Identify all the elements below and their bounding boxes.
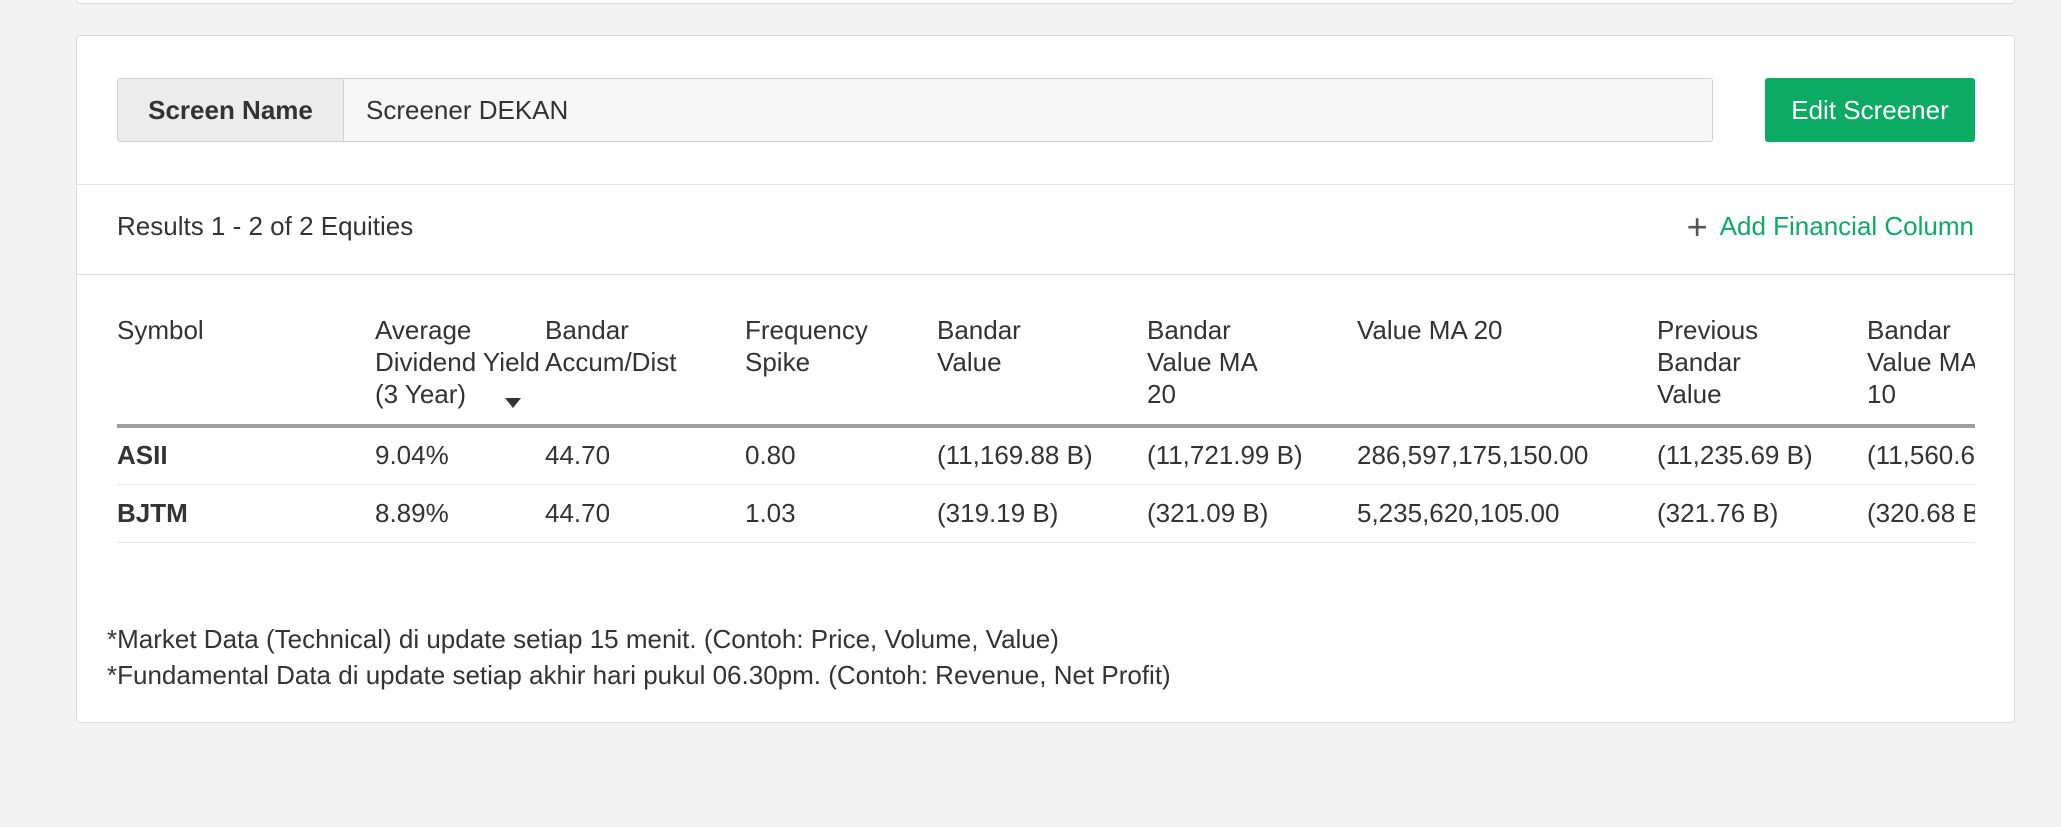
previous-card-edge	[76, 0, 2015, 4]
cell-bandar-accum-dist: 44.70	[545, 484, 745, 543]
sort-descending-icon[interactable]	[505, 398, 521, 408]
footnotes: *Market Data (Technical) di update setia…	[107, 621, 1171, 693]
screener-card: Screen Name Edit Screener Results 1 - 2 …	[76, 35, 2015, 723]
results-table: Symbol Average Dividend Yield (3 Year) B…	[117, 314, 1975, 543]
divider	[77, 184, 2014, 185]
edit-screener-button[interactable]: Edit Screener	[1765, 78, 1975, 142]
cell-bandar-value-ma-20: (11,721.99 B)	[1147, 426, 1357, 485]
cell-bandar-value: (319.19 B)	[937, 484, 1147, 543]
screen-name-label: Screen Name	[118, 79, 344, 141]
column-header-value-ma-20[interactable]: Value MA 20	[1357, 314, 1657, 428]
screen-name-group: Screen Name	[117, 78, 1713, 142]
table-row[interactable]: BJTM 8.89% 44.70 1.03 (319.19 B) (321.09…	[117, 484, 1975, 543]
cell-bandar-accum-dist: 44.70	[545, 426, 745, 485]
cell-frequency-spike: 1.03	[745, 484, 937, 543]
divider	[77, 274, 2014, 275]
cell-bandar-value-ma-20: (321.09 B)	[1147, 484, 1357, 543]
column-header-bandar-value[interactable]: Bandar Value	[937, 314, 1147, 428]
add-financial-column-label: Add Financial Column	[1719, 211, 1974, 241]
column-header-bandar-accum-dist[interactable]: Bandar Accum/Dist	[545, 314, 745, 428]
results-summary: Results 1 - 2 of 2 Equities	[117, 211, 414, 241]
cell-value-ma-20: 286,597,175,150.00	[1357, 426, 1657, 485]
plus-icon: +	[1686, 205, 1708, 247]
cell-value-ma-20: 5,235,620,105.00	[1357, 484, 1657, 543]
screen-name-input[interactable]	[344, 79, 1712, 141]
add-financial-column-link[interactable]: + Add Financial Column	[1686, 205, 1974, 247]
cell-previous-bandar-value: (321.76 B)	[1657, 484, 1867, 543]
cell-bandar-value-ma-10: (11,560.6	[1867, 426, 1975, 485]
cell-bandar-value-ma-10: (320.68 B	[1867, 484, 1975, 543]
cell-previous-bandar-value: (11,235.69 B)	[1657, 426, 1867, 485]
column-header-symbol[interactable]: Symbol	[117, 314, 375, 428]
cell-symbol[interactable]: ASII	[117, 426, 375, 485]
cell-symbol[interactable]: BJTM	[117, 484, 375, 543]
cell-average-dividend-yield: 9.04%	[375, 426, 545, 485]
footnote-market-data: *Market Data (Technical) di update setia…	[107, 624, 1059, 654]
cell-frequency-spike: 0.80	[745, 426, 937, 485]
cell-average-dividend-yield: 8.89%	[375, 484, 545, 543]
column-header-previous-bandar-value[interactable]: Previous Bandar Value	[1657, 314, 1867, 428]
column-header-frequency-spike[interactable]: Frequency Spike	[745, 314, 937, 428]
results-table-container[interactable]: Symbol Average Dividend Yield (3 Year) B…	[117, 314, 1975, 614]
screen-name-row: Screen Name Edit Screener	[117, 78, 1975, 142]
table-row[interactable]: ASII 9.04% 44.70 0.80 (11,169.88 B) (11,…	[117, 426, 1975, 485]
footnote-fundamental-data: *Fundamental Data di update setiap akhir…	[107, 660, 1171, 690]
column-header-bandar-value-ma-10[interactable]: Bandar Value MA 10	[1867, 314, 1975, 428]
column-header-bandar-value-ma-20[interactable]: Bandar Value MA 20	[1147, 314, 1357, 428]
table-header-row: Symbol Average Dividend Yield (3 Year) B…	[117, 314, 1975, 428]
cell-bandar-value: (11,169.88 B)	[937, 426, 1147, 485]
column-header-average-dividend-yield[interactable]: Average Dividend Yield (3 Year)	[375, 314, 545, 428]
